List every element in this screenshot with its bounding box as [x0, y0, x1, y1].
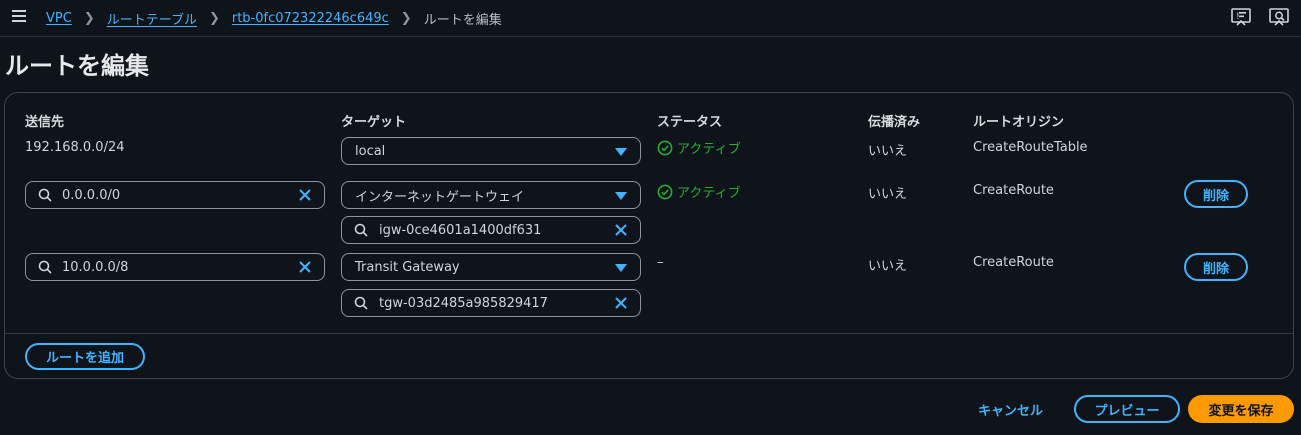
row2-destination-value: 0.0.0.0/0 [62, 187, 121, 203]
row2-target-id-value: igw-0ce4601a1400df631 [379, 222, 542, 238]
row2-target-select[interactable]: インターネットゲートウェイ [341, 181, 641, 209]
breadcrumb-rtb-id[interactable]: rtb-0fc072322246c649c [232, 11, 389, 26]
row3-target-type: Transit Gateway [355, 259, 460, 275]
row2-delete-button[interactable]: 削除 [1184, 180, 1248, 208]
panel-divider [5, 333, 1293, 334]
row1-status: アクティブ [657, 138, 741, 157]
breadcrumb-vpc[interactable]: VPC [46, 11, 72, 26]
row3-propagated: いいえ [868, 259, 908, 274]
row2-propagated: いいえ [868, 187, 908, 202]
row3-destination-input[interactable]: 10.0.0.0/8 [25, 253, 325, 281]
chevron-right-icon: ❯ [208, 11, 220, 26]
menu-icon[interactable] [12, 10, 26, 22]
row3-status: – [657, 255, 664, 270]
dropdown-caret-icon [615, 192, 627, 200]
row2-target-type: インターネットゲートウェイ [355, 189, 525, 205]
row2-status-text: アクティブ [677, 186, 741, 201]
row2-target-id-input[interactable]: igw-0ce4601a1400df631 [341, 216, 641, 244]
row3-destination-value: 10.0.0.0/8 [62, 259, 129, 275]
clear-icon[interactable] [613, 222, 629, 238]
check-circle-icon [657, 140, 673, 155]
row2-destination-input[interactable]: 0.0.0.0/0 [25, 181, 325, 209]
row3-target-id-value: tgw-03d2485a985829417 [379, 295, 548, 311]
clear-icon[interactable] [613, 295, 629, 311]
row2-origin: CreateRoute [973, 183, 1054, 198]
search-icon [354, 223, 368, 237]
header-route-origin: ルートオリジン [973, 115, 1065, 130]
row3-delete-button[interactable]: 削除 [1184, 253, 1248, 281]
page-title: ルートを編集 [5, 52, 149, 80]
row1-origin: CreateRouteTable [973, 140, 1088, 155]
search-icon [38, 260, 52, 274]
breadcrumb: VPC ❯ ルートテーブル ❯ rtb-0fc072322246c649c ❯ … [46, 9, 502, 28]
row1-status-text: アクティブ [677, 142, 741, 157]
row1-propagated: いいえ [868, 144, 908, 159]
chevron-right-icon: ❯ [400, 11, 412, 26]
notifications-panel-icon[interactable]: ! [1231, 8, 1251, 26]
header-destination: 送信先 [25, 115, 65, 130]
row1-target-select[interactable]: local [341, 137, 641, 165]
header-propagated: 伝播済み [868, 115, 921, 130]
header-target: ターゲット [341, 115, 407, 130]
routes-panel: 送信先 ターゲット ステータス 伝播済み ルートオリジン 192.168.0.0… [4, 92, 1294, 379]
dropdown-caret-icon [615, 264, 627, 272]
clear-icon[interactable] [297, 187, 313, 203]
cancel-button[interactable]: キャンセル [978, 400, 1043, 419]
row1-destination: 192.168.0.0/24 [25, 140, 125, 155]
search-icon [38, 188, 52, 202]
preview-button[interactable]: プレビュー [1074, 395, 1180, 423]
check-circle-icon [657, 184, 673, 199]
dropdown-caret-icon [615, 148, 627, 156]
save-changes-button[interactable]: 変更を保存 [1188, 395, 1294, 423]
row2-status: アクティブ [657, 182, 741, 201]
breadcrumb-current: ルートを編集 [423, 13, 502, 28]
clear-icon[interactable] [297, 259, 313, 275]
chevron-right-icon: ❯ [83, 11, 95, 26]
row3-target-id-input[interactable]: tgw-03d2485a985829417 [341, 289, 641, 317]
add-route-button[interactable]: ルートを追加 [25, 343, 145, 370]
search-icon [354, 296, 368, 310]
row1-target-type: local [355, 143, 386, 159]
help-panel-icon[interactable] [1269, 8, 1289, 26]
row3-origin: CreateRoute [973, 255, 1054, 270]
header-status: ステータス [657, 115, 723, 130]
row3-target-select[interactable]: Transit Gateway [341, 253, 641, 281]
breadcrumb-route-tables[interactable]: ルートテーブル [107, 9, 197, 28]
top-bar: VPC ❯ ルートテーブル ❯ rtb-0fc072322246c649c ❯ … [0, 0, 1301, 37]
